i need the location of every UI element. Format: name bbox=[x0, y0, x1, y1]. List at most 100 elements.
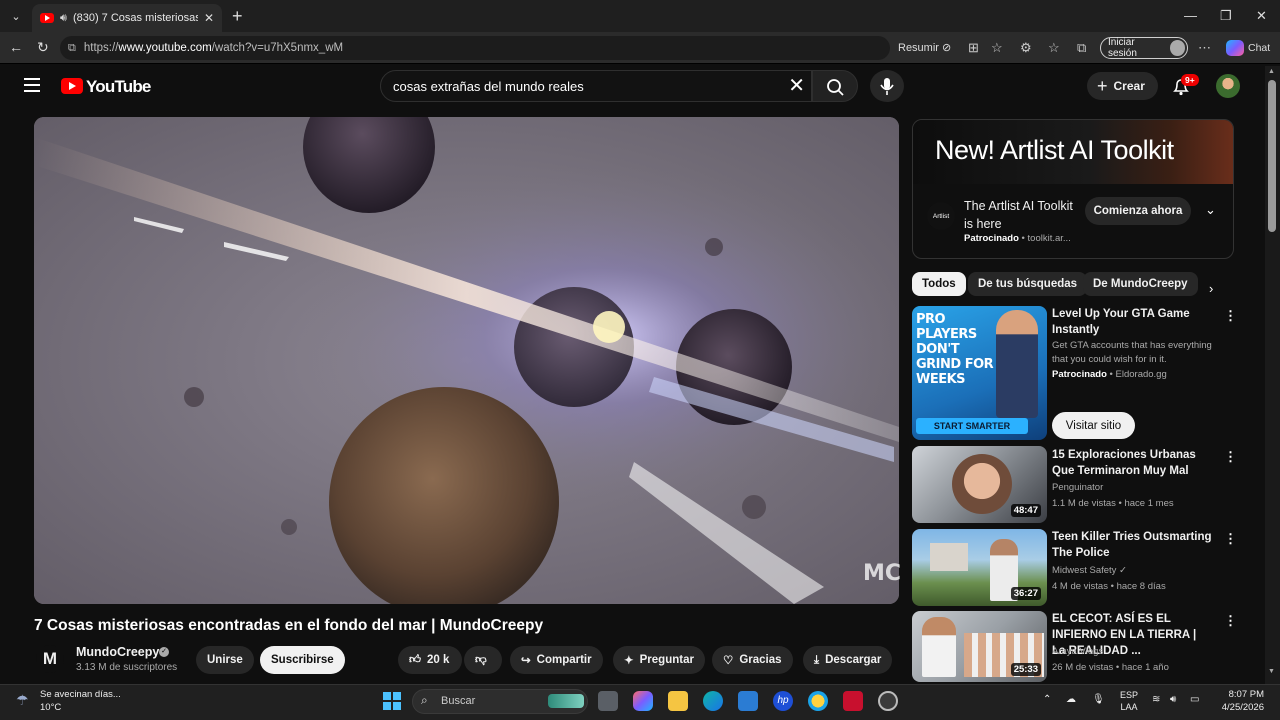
rec-channel[interactable]: Penguinator bbox=[1052, 482, 1103, 493]
menu-icon[interactable] bbox=[24, 78, 40, 92]
input-language-indicator[interactable]: ESP LAA bbox=[1120, 689, 1138, 713]
mcafee-icon[interactable] bbox=[843, 691, 863, 711]
search-query-text[interactable]: cosas extrañas del mundo reales bbox=[393, 79, 584, 94]
ask-button[interactable]: ✦ Preguntar bbox=[613, 646, 705, 674]
wifi-icon[interactable]: ≋ bbox=[1152, 694, 1160, 705]
copilot-icon[interactable] bbox=[1226, 40, 1244, 56]
ad-thumbnail[interactable]: PRO PLAYERS DON'T GRIND FOR WEEKS START … bbox=[912, 306, 1047, 440]
video-thumbnail[interactable]: 48:47 bbox=[912, 446, 1047, 523]
browser-tab-active[interactable]: 🔊︎ (830) 7 Cosas misteriosas enc ✕ bbox=[32, 4, 222, 32]
volume-icon[interactable]: 🔊︎ bbox=[1170, 694, 1176, 705]
favorites-icon[interactable]: ☆ bbox=[1048, 40, 1060, 56]
weather-rain-icon[interactable]: ☂ bbox=[16, 692, 29, 709]
youtube-favicon-icon bbox=[40, 13, 54, 23]
ad-thumbnail-text: PRO PLAYERS DON'T GRIND FOR WEEKS bbox=[916, 312, 994, 387]
ad-advertiser-logo[interactable]: Artlist bbox=[927, 202, 955, 230]
new-tab-button[interactable]: + bbox=[232, 6, 243, 26]
join-button[interactable]: Unirse bbox=[196, 646, 254, 674]
subscribe-label: Suscribirse bbox=[271, 654, 334, 666]
edge-browser-icon[interactable] bbox=[703, 691, 723, 711]
youtube-wordmark[interactable]: YouTube bbox=[86, 77, 151, 97]
microsoft-store-icon[interactable] bbox=[738, 691, 758, 711]
maximize-button[interactable]: ❐ bbox=[1220, 8, 1232, 24]
more-options-icon[interactable]: ⋯ bbox=[1198, 40, 1211, 56]
chat-label[interactable]: Chat bbox=[1248, 42, 1270, 54]
microphone-tray-icon[interactable]: 🎙︎ bbox=[1092, 694, 1105, 705]
rec-channel[interactable]: Midwest Safety ✓ bbox=[1052, 565, 1127, 576]
copilot-app-icon[interactable] bbox=[633, 691, 653, 711]
summarize-button[interactable]: Resumir ⊘ bbox=[898, 41, 951, 54]
collections-icon[interactable]: ⧉ bbox=[1077, 40, 1086, 56]
download-button[interactable]: ⤓ Descargar bbox=[803, 646, 893, 674]
scrollbar-thumb[interactable] bbox=[1268, 80, 1276, 232]
channel-name[interactable]: MundoCreepy bbox=[76, 645, 159, 659]
task-view-icon[interactable] bbox=[598, 691, 618, 711]
show-hidden-icons-chevron-icon[interactable]: ⌃ bbox=[1043, 694, 1051, 705]
more-actions-icon[interactable]: ⋮ bbox=[1224, 613, 1237, 629]
visit-site-button[interactable]: Visitar sitio bbox=[1052, 412, 1135, 439]
channel-avatar[interactable]: M bbox=[36, 645, 64, 673]
search-input[interactable]: cosas extrañas del mundo reales ✕ bbox=[380, 70, 812, 102]
channel-watermark[interactable]: MC bbox=[863, 561, 901, 586]
taskbar-search-label[interactable]: Buscar bbox=[441, 695, 475, 707]
windows-start-button[interactable] bbox=[383, 692, 401, 710]
ad-cta-button[interactable]: Comienza ahora bbox=[1085, 197, 1191, 225]
scroll-down-icon[interactable]: ▼ bbox=[1268, 668, 1275, 675]
favorite-star-icon[interactable]: ☆ bbox=[991, 40, 1003, 56]
sign-in-button[interactable]: Iniciar sesión bbox=[1100, 37, 1188, 59]
share-icon: ↪ bbox=[521, 655, 531, 667]
subscribe-button[interactable]: Suscribirse bbox=[260, 646, 345, 674]
more-actions-icon[interactable]: ⋮ bbox=[1224, 308, 1237, 324]
hp-app-icon[interactable]: hp bbox=[773, 691, 793, 711]
extensions-icon[interactable]: ⚙ bbox=[1020, 40, 1032, 56]
minimize-button[interactable]: — bbox=[1184, 8, 1197, 23]
create-button[interactable]: + Crear bbox=[1087, 72, 1158, 100]
apps-icon[interactable]: ⊞ bbox=[968, 40, 979, 56]
more-actions-icon[interactable]: ⋮ bbox=[1224, 449, 1237, 465]
more-actions-icon[interactable]: ⋮ bbox=[1224, 531, 1237, 547]
sponsored-ad-card[interactable]: New! Artlist AI Toolkit Artlist The Artl… bbox=[912, 119, 1234, 259]
site-info-icon[interactable]: ⧉ bbox=[68, 42, 76, 55]
close-window-button[interactable]: ✕ bbox=[1256, 8, 1267, 24]
clock-date: 4/25/2026 bbox=[1221, 702, 1264, 713]
search-button[interactable] bbox=[812, 70, 858, 102]
rec-title[interactable]: Teen Killer Tries Outsmarting The Police bbox=[1052, 529, 1212, 561]
voice-search-button[interactable] bbox=[870, 70, 904, 102]
dislike-button[interactable]: 👎︎ bbox=[464, 646, 502, 674]
scroll-up-icon[interactable]: ▲ bbox=[1268, 68, 1275, 75]
like-button[interactable]: 👍︎ 20 k bbox=[398, 646, 462, 674]
rec-title[interactable]: 15 Exploraciones Urbanas Que Terminaron … bbox=[1052, 447, 1212, 479]
ad-banner[interactable]: New! Artlist AI Toolkit bbox=[913, 120, 1233, 184]
rec-title[interactable]: Level Up Your GTA Game Instantly bbox=[1052, 306, 1212, 338]
clear-search-icon[interactable]: ✕ bbox=[788, 75, 805, 97]
chip-all[interactable]: Todos bbox=[912, 272, 966, 296]
video-thumbnail[interactable]: 36:27 bbox=[912, 529, 1047, 606]
ad-title[interactable]: The Artlist AI Toolkit is here bbox=[964, 197, 1074, 233]
chevron-right-icon[interactable]: › bbox=[1209, 281, 1213, 296]
back-arrow-icon[interactable]: ← bbox=[9, 39, 23, 55]
weather-widget[interactable]: Se avecinan días... 10°C bbox=[40, 688, 121, 714]
reload-icon[interactable]: ↻ bbox=[37, 39, 49, 56]
share-button[interactable]: ↪ Compartir bbox=[510, 646, 603, 674]
speaker-icon[interactable]: 🔊︎ bbox=[60, 12, 67, 25]
thumbnail-face bbox=[952, 454, 1012, 514]
youtube-logo-icon[interactable] bbox=[61, 78, 83, 94]
file-explorer-icon[interactable] bbox=[668, 691, 688, 711]
chevron-down-icon[interactable]: ⌄ bbox=[1205, 202, 1216, 218]
battery-icon[interactable]: ▭ bbox=[1190, 694, 1199, 705]
video-player[interactable] bbox=[34, 117, 899, 604]
chrome-app-icon[interactable] bbox=[878, 691, 898, 711]
system-clock[interactable]: 8:07 PM 4/25/2026 bbox=[1218, 688, 1264, 714]
chip-from-searches[interactable]: De tus búsquedas bbox=[968, 272, 1088, 296]
address-bar[interactable]: ⧉ https://www.youtube.com/watch?v=u7hX5n… bbox=[60, 36, 890, 60]
chip-from-channel[interactable]: De MundoCreepy bbox=[1083, 272, 1198, 296]
rec-channel[interactable]: Araya Vlogs bbox=[1052, 646, 1103, 657]
account-avatar[interactable] bbox=[1216, 74, 1240, 98]
tab-actions-menu-button[interactable]: ⌄ bbox=[6, 6, 26, 26]
ad-banner-text: New! Artlist AI Toolkit bbox=[935, 135, 1174, 165]
thanks-button[interactable]: ♡ Gracias bbox=[712, 646, 793, 674]
video-thumbnail[interactable]: 25:33 bbox=[912, 611, 1047, 682]
onedrive-cloud-icon[interactable]: ☁ bbox=[1066, 694, 1076, 705]
tab-close-icon[interactable]: ✕ bbox=[204, 11, 214, 25]
weather-app-icon[interactable] bbox=[808, 691, 828, 711]
